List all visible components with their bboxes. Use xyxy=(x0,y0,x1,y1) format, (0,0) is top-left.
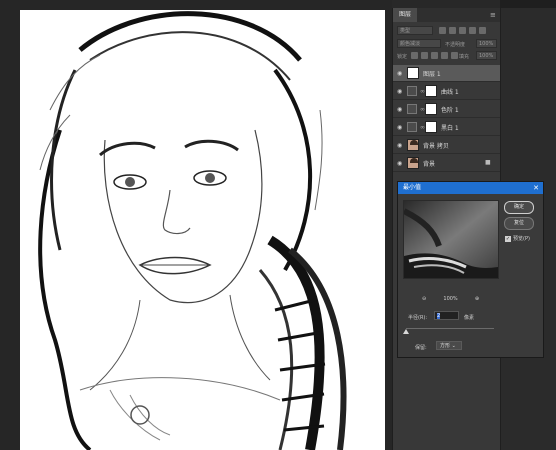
filter-preview[interactable] xyxy=(403,200,499,279)
layer-name: 色阶 1 xyxy=(441,107,459,114)
chain-icon[interactable]: ∞ xyxy=(420,88,425,95)
filter-shape-icon[interactable] xyxy=(469,27,476,34)
fill-input[interactable]: 100% xyxy=(476,51,497,60)
filter-type-icon[interactable] xyxy=(459,27,466,34)
lock-move-icon[interactable] xyxy=(431,52,438,59)
layer-row[interactable]: ◉ ∞ 色阶 1 xyxy=(393,101,501,118)
zoom-out-icon[interactable]: ⊖ xyxy=(422,296,426,302)
preserve-select[interactable]: 方形 ⌄ xyxy=(436,341,462,350)
radius-unit: 像素 xyxy=(464,315,475,321)
layer-thumbnail xyxy=(407,139,419,151)
layer-filter-input[interactable]: 类型 xyxy=(397,26,433,35)
layer-row[interactable]: ◉ 背景 拷贝 xyxy=(393,137,501,154)
chain-icon[interactable]: ∞ xyxy=(420,124,425,131)
filter-smart-icon[interactable] xyxy=(479,27,486,34)
filter-pixel-icon[interactable] xyxy=(439,27,446,34)
layer-mask-thumbnail[interactable] xyxy=(425,103,437,115)
preview-image xyxy=(404,201,498,278)
eye-icon[interactable]: ◉ xyxy=(397,106,404,113)
minimum-filter-dialog: 最小值 ✕ 确定 复位 ✓ 预览(P) ⊖ 100% ⊕ 半径(R): 2 像素… xyxy=(397,181,544,358)
close-icon[interactable]: ✕ xyxy=(533,182,539,194)
canvas-area xyxy=(0,0,392,450)
layer-mask-thumbnail[interactable] xyxy=(425,121,437,133)
black-white-adjustment-icon xyxy=(407,122,417,132)
fill-label: 填充 xyxy=(459,54,470,60)
preview-checkbox-label[interactable]: 预览(P) xyxy=(513,236,530,242)
opacity-input[interactable]: 100% xyxy=(476,39,497,48)
zoom-in-icon[interactable]: ⊕ xyxy=(475,296,479,302)
lock-artboard-icon[interactable] xyxy=(441,52,448,59)
zoom-row: ⊖ 100% ⊕ xyxy=(422,296,479,302)
dialog-title[interactable]: 最小值 xyxy=(398,182,543,194)
sketch-image xyxy=(20,10,385,450)
layer-name: 图层 1 xyxy=(423,71,441,78)
eye-icon[interactable]: ◉ xyxy=(397,88,404,95)
layer-row[interactable]: ◉ 背景 ■ xyxy=(393,155,501,172)
tab-layers[interactable]: 图层 xyxy=(393,8,417,22)
lock-all-icon[interactable] xyxy=(451,52,458,59)
layer-row[interactable]: ◉ ∞ 曲线 1 xyxy=(393,83,501,100)
layer-name: 背景 xyxy=(423,161,436,168)
chain-icon[interactable]: ∞ xyxy=(420,106,425,113)
radius-input[interactable]: 2 xyxy=(434,311,459,320)
chevron-down-icon: ⌄ xyxy=(451,343,456,349)
dock-header xyxy=(501,0,556,8)
layer-row[interactable]: ◉ ∞ 黑白 1 xyxy=(393,119,501,136)
layer-name: 曲线 1 xyxy=(441,89,459,96)
radius-label: 半径(R): xyxy=(408,315,428,321)
lock-icon[interactable]: ■ xyxy=(485,159,491,166)
eye-icon[interactable]: ◉ xyxy=(397,70,404,77)
checkbox-icon[interactable]: ✓ xyxy=(505,236,511,242)
eye-icon[interactable]: ◉ xyxy=(397,142,404,149)
zoom-value: 100% xyxy=(443,296,458,302)
ok-button[interactable]: 确定 xyxy=(504,201,534,214)
layer-name: 黑白 1 xyxy=(441,125,459,132)
filter-adjust-icon[interactable] xyxy=(449,27,456,34)
document-canvas[interactable] xyxy=(20,10,385,450)
radius-value: 2 xyxy=(437,313,441,319)
radius-slider[interactable] xyxy=(406,328,494,329)
layer-name: 背景 拷贝 xyxy=(423,143,449,150)
lock-pixels-icon[interactable] xyxy=(411,52,418,59)
panel-menu-icon[interactable]: ≡ xyxy=(490,11,498,19)
layer-thumbnail xyxy=(407,67,419,79)
slider-thumb[interactable] xyxy=(403,329,409,334)
levels-adjustment-icon xyxy=(407,104,417,114)
layer-thumbnail xyxy=(407,157,419,169)
preserve-value: 方形 xyxy=(440,343,451,349)
lock-brush-icon[interactable] xyxy=(421,52,428,59)
curves-adjustment-icon xyxy=(407,86,417,96)
opacity-label: 不透明度 xyxy=(445,42,466,48)
eye-icon[interactable]: ◉ xyxy=(397,160,404,167)
eye-icon[interactable]: ◉ xyxy=(397,124,404,131)
layer-row[interactable]: ◉ 图层 1 xyxy=(393,65,501,82)
blend-mode-select[interactable]: 颜色减淡 xyxy=(397,39,441,48)
layer-mask-thumbnail[interactable] xyxy=(425,85,437,97)
lock-label: 锁定 xyxy=(397,54,408,60)
reset-button[interactable]: 复位 xyxy=(504,217,534,230)
preserve-label: 保留: xyxy=(415,345,427,351)
